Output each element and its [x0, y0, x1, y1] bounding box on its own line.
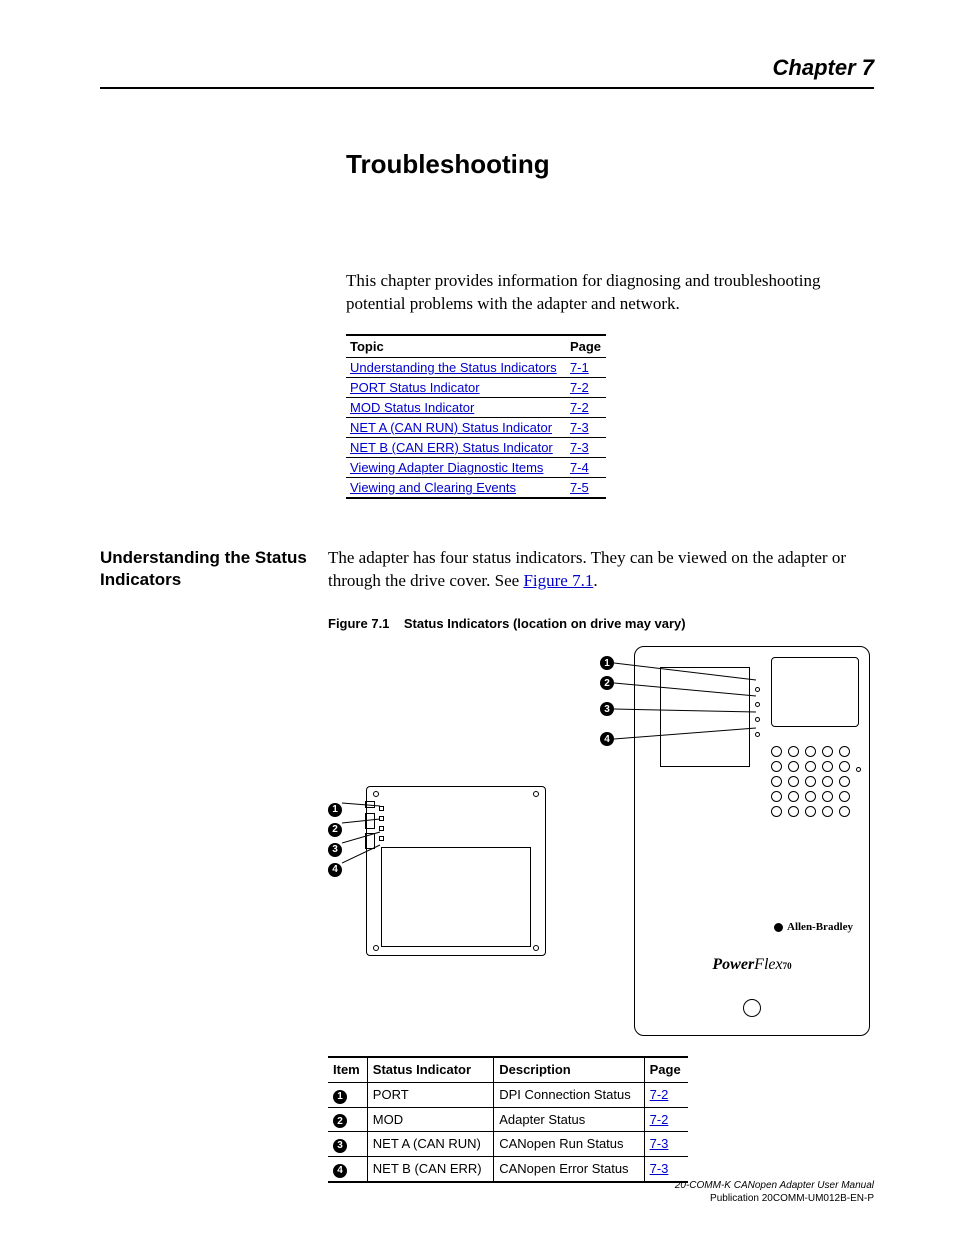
table-row: 1 PORT DPI Connection Status 7-2 [328, 1082, 688, 1107]
table-row: 3 NET A (CAN RUN) CANopen Run Status 7-3 [328, 1132, 688, 1157]
callout-2: 2 [600, 676, 614, 690]
page-link[interactable]: 7-3 [650, 1161, 669, 1176]
toc-link[interactable]: MOD Status Indicator [350, 400, 474, 415]
section-heading: Understanding the Status Indicators [100, 547, 328, 1183]
page-footer: 20-COMM-K CANopen Adapter User Manual Pu… [675, 1179, 874, 1205]
topics-table: Topic Page Understanding the Status Indi… [346, 334, 606, 499]
intro-paragraph: This chapter provides information for di… [346, 270, 874, 316]
desc-cell: DPI Connection Status [494, 1082, 644, 1107]
drive-diagram: 1 2 3 4 [580, 646, 870, 1036]
table-row: MOD Status Indicator 7-2 [346, 397, 606, 417]
footer-publication: Publication 20COMM-UM012B-EN-P [675, 1192, 874, 1205]
figure-caption: Figure 7.1 Status Indicators (location o… [328, 615, 874, 633]
toc-link[interactable]: PORT Status Indicator [350, 380, 480, 395]
indicator-cell: MOD [367, 1107, 493, 1132]
item-num: 4 [333, 1164, 347, 1178]
figure-caption-label: Figure 7.1 [328, 616, 389, 631]
item-num: 2 [333, 1114, 347, 1128]
desc-header: Description [494, 1057, 644, 1082]
indicator-header: Status Indicator [367, 1057, 493, 1082]
table-row: Understanding the Status Indicators 7-1 [346, 357, 606, 377]
toc-page-link[interactable]: 7-5 [570, 480, 589, 495]
toc-page-link[interactable]: 7-2 [570, 380, 589, 395]
brand-allen-bradley: Allen-Bradley [774, 920, 853, 935]
toc-page-link[interactable]: 7-4 [570, 460, 589, 475]
indicator-cell: NET B (CAN ERR) [367, 1157, 493, 1182]
callout-3: 3 [328, 843, 342, 857]
desc-cell: CANopen Error Status [494, 1157, 644, 1182]
callout-3: 3 [600, 702, 614, 716]
item-num: 1 [333, 1090, 347, 1104]
figure-link[interactable]: Figure 7.1 [523, 571, 593, 590]
indicator-cell: PORT [367, 1082, 493, 1107]
page-link[interactable]: 7-2 [650, 1087, 669, 1102]
adapter-diagram: 1 2 3 4 [324, 786, 554, 966]
section-body-post: . [593, 571, 597, 590]
toc-page-link[interactable]: 7-3 [570, 420, 589, 435]
toc-link[interactable]: Understanding the Status Indicators [350, 360, 557, 375]
toc-link[interactable]: NET B (CAN ERR) Status Indicator [350, 440, 553, 455]
table-row: NET A (CAN RUN) Status Indicator 7-3 [346, 417, 606, 437]
toc-page-link[interactable]: 7-3 [570, 440, 589, 455]
table-row: PORT Status Indicator 7-2 [346, 377, 606, 397]
toc-link[interactable]: NET A (CAN RUN) Status Indicator [350, 420, 552, 435]
page-link[interactable]: 7-2 [650, 1112, 669, 1127]
page-header: Page [644, 1057, 688, 1082]
indicator-cell: NET A (CAN RUN) [367, 1132, 493, 1157]
toc-header-page: Page [566, 335, 606, 358]
figure-caption-text: Status Indicators (location on drive may… [404, 616, 686, 631]
brand-powerflex: PowerFlex70 [635, 954, 869, 976]
table-row: 4 NET B (CAN ERR) CANopen Error Status 7… [328, 1157, 688, 1182]
toc-page-link[interactable]: 7-2 [570, 400, 589, 415]
chapter-header: Chapter 7 [100, 55, 874, 89]
item-num: 3 [333, 1139, 347, 1153]
callout-1: 1 [600, 656, 614, 670]
footer-manual-title: 20-COMM-K CANopen Adapter User Manual [675, 1179, 874, 1192]
page-link[interactable]: 7-3 [650, 1136, 669, 1151]
page-title: Troubleshooting [346, 149, 874, 180]
callout-4: 4 [600, 732, 614, 746]
item-header: Item [328, 1057, 367, 1082]
table-row: Viewing Adapter Diagnostic Items 7-4 [346, 457, 606, 477]
table-row: 2 MOD Adapter Status 7-2 [328, 1107, 688, 1132]
table-row: Viewing and Clearing Events 7-5 [346, 477, 606, 498]
callout-4: 4 [328, 863, 342, 877]
toc-header-topic: Topic [346, 335, 566, 358]
toc-link[interactable]: Viewing Adapter Diagnostic Items [350, 460, 543, 475]
status-indicator-table: Item Status Indicator Description Page 1… [328, 1056, 688, 1183]
figure-7-1: 1 2 3 4 [324, 646, 874, 1036]
table-row: NET B (CAN ERR) Status Indicator 7-3 [346, 437, 606, 457]
desc-cell: Adapter Status [494, 1107, 644, 1132]
callout-2: 2 [328, 823, 342, 837]
callout-1: 1 [328, 803, 342, 817]
desc-cell: CANopen Run Status [494, 1132, 644, 1157]
toc-link[interactable]: Viewing and Clearing Events [350, 480, 516, 495]
toc-page-link[interactable]: 7-1 [570, 360, 589, 375]
